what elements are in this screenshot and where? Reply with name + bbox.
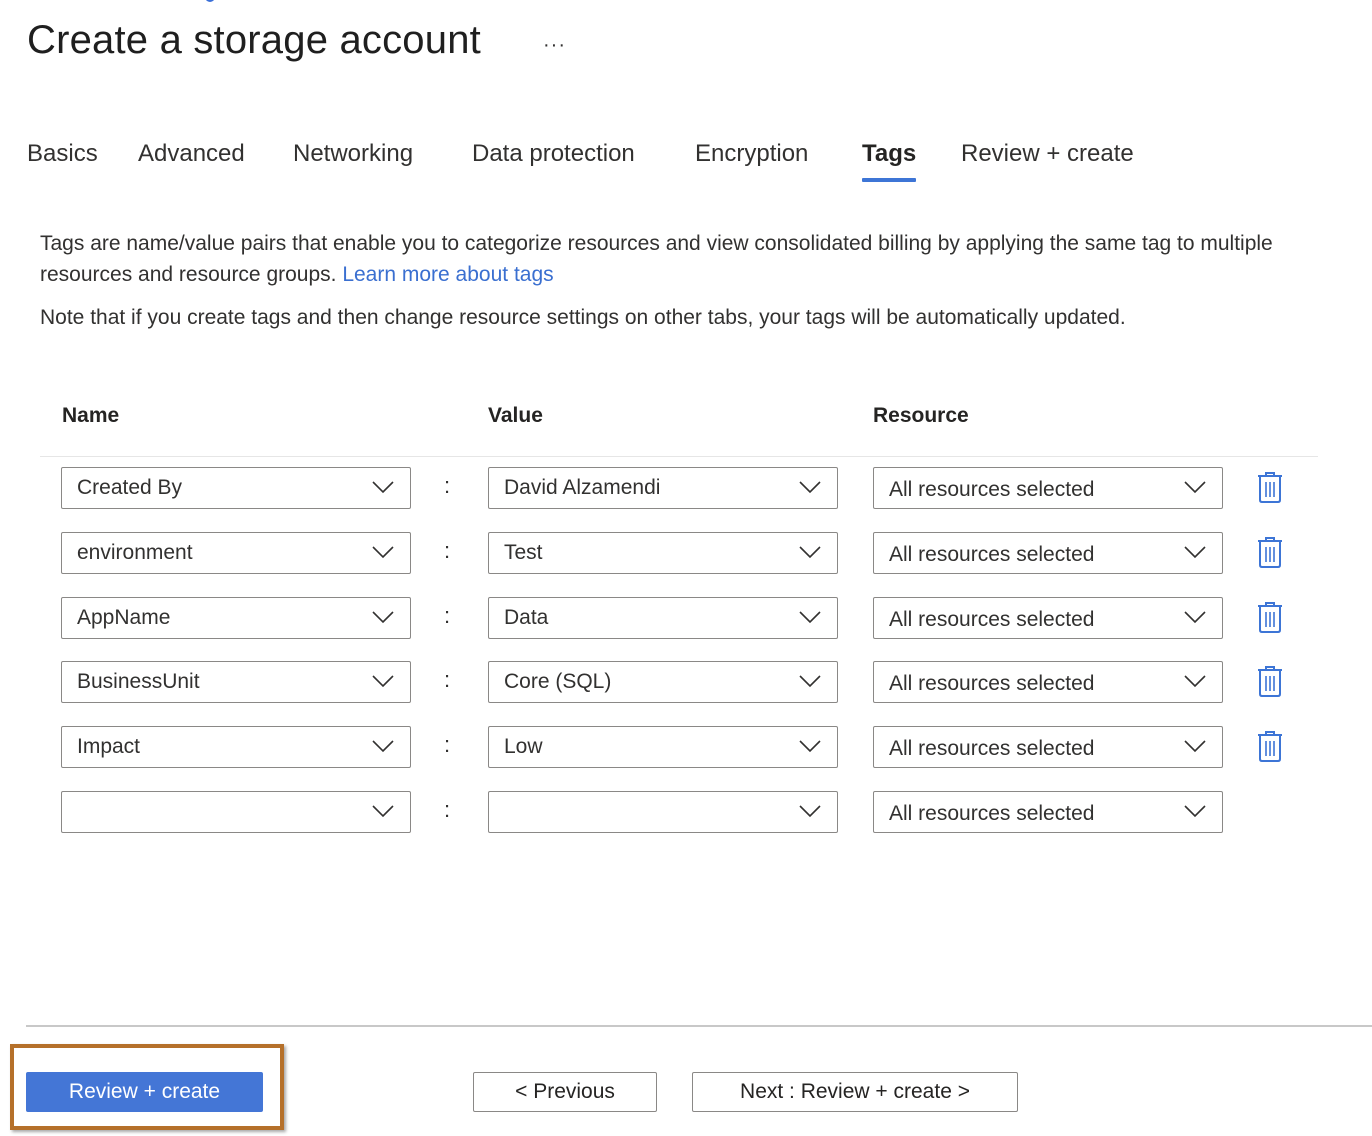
tag-resource-dropdown[interactable]: All resources selected: [873, 726, 1223, 768]
chevron-down-icon: [799, 546, 821, 559]
tag-value-value: Low: [504, 735, 543, 758]
tag-value-dropdown[interactable]: Data: [488, 597, 838, 639]
chevron-down-icon: [1184, 740, 1206, 753]
name-value-separator: :: [444, 797, 451, 822]
chevron-down-icon: [799, 481, 821, 494]
tab-encryption[interactable]: Encryption: [695, 140, 808, 182]
tag-resource-value: All resources selected: [889, 672, 1095, 695]
chevron-down-icon: [372, 611, 394, 624]
tag-name-dropdown[interactable]: BusinessUnit: [61, 661, 411, 703]
page-title: Create a storage account: [27, 18, 481, 62]
name-value-separator: :: [444, 473, 451, 498]
tag-name-dropdown[interactable]: Created By: [61, 467, 411, 509]
chevron-down-icon: [1184, 611, 1206, 624]
tag-name-value: BusinessUnit: [77, 670, 200, 693]
tag-value-dropdown[interactable]: Test: [488, 532, 838, 574]
column-header-value: Value: [488, 404, 543, 427]
tag-value-value: Core (SQL): [504, 670, 612, 693]
trash-icon[interactable]: [1257, 536, 1283, 568]
chevron-down-icon: [372, 675, 394, 688]
tag-resource-value: All resources selected: [889, 543, 1095, 566]
breadcrumb-fragment: [205, 0, 215, 2]
chevron-down-icon: [1184, 546, 1206, 559]
trash-icon[interactable]: [1257, 665, 1283, 697]
chevron-down-icon: [799, 740, 821, 753]
tag-resource-dropdown[interactable]: All resources selected: [873, 532, 1223, 574]
name-value-separator: :: [444, 667, 451, 692]
tag-resource-value: All resources selected: [889, 737, 1095, 760]
tab-bar: Basics Advanced Networking Data protecti…: [0, 140, 1372, 190]
tab-data-protection[interactable]: Data protection: [472, 140, 635, 182]
tag-name-dropdown[interactable]: Impact: [61, 726, 411, 768]
description-text: Tags are name/value pairs that enable yo…: [40, 232, 1273, 286]
tab-tags[interactable]: Tags: [862, 140, 917, 182]
tag-resource-dropdown[interactable]: All resources selected: [873, 597, 1223, 639]
tag-name-value: environment: [77, 541, 193, 564]
tag-resource-dropdown[interactable]: All resources selected: [873, 661, 1223, 703]
trash-icon[interactable]: [1257, 601, 1283, 633]
tag-row: environment : Test All resources selecte…: [0, 532, 1372, 574]
tab-networking[interactable]: Networking: [293, 140, 413, 182]
trash-icon[interactable]: [1257, 471, 1283, 503]
tag-resource-value: All resources selected: [889, 478, 1095, 501]
tag-name-value: Impact: [77, 735, 141, 758]
tag-resource-dropdown[interactable]: All resources selected: [873, 791, 1223, 833]
name-value-separator: :: [444, 603, 451, 628]
chevron-down-icon: [372, 481, 394, 494]
tags-note: Note that if you create tags and then ch…: [40, 306, 1126, 329]
tag-resource-value: All resources selected: [889, 608, 1095, 631]
tab-advanced[interactable]: Advanced: [138, 140, 245, 182]
tag-value-value: Data: [504, 606, 549, 629]
tag-row: : All resources selected: [0, 791, 1372, 833]
review-create-button[interactable]: Review + create: [26, 1072, 263, 1112]
learn-more-link[interactable]: Learn more about tags: [342, 263, 553, 286]
tag-name-dropdown[interactable]: [61, 791, 411, 833]
chevron-down-icon: [799, 675, 821, 688]
column-header-resource: Resource: [873, 404, 969, 427]
trash-icon[interactable]: [1257, 730, 1283, 762]
tag-value-dropdown[interactable]: Core (SQL): [488, 661, 838, 703]
header-divider: [40, 456, 1318, 457]
tag-value-dropdown[interactable]: David Alzamendi: [488, 467, 838, 509]
chevron-down-icon: [1184, 481, 1206, 494]
next-review-create-button[interactable]: Next : Review + create >: [692, 1072, 1018, 1112]
tag-name-value: Created By: [77, 476, 183, 499]
tab-review-create[interactable]: Review + create: [961, 140, 1134, 182]
tag-resource-dropdown[interactable]: All resources selected: [873, 467, 1223, 509]
tag-row: BusinessUnit : Core (SQL) All resources …: [0, 661, 1372, 703]
tag-value-dropdown[interactable]: [488, 791, 838, 833]
name-value-separator: :: [444, 538, 451, 563]
tag-row: AppName : Data All resources selected: [0, 597, 1372, 639]
tag-resource-value: All resources selected: [889, 802, 1095, 825]
chevron-down-icon: [372, 805, 394, 818]
chevron-down-icon: [799, 611, 821, 624]
chevron-down-icon: [1184, 805, 1206, 818]
tag-name-dropdown[interactable]: AppName: [61, 597, 411, 639]
footer-divider: [26, 1025, 1372, 1027]
chevron-down-icon: [799, 805, 821, 818]
tag-name-value: AppName: [77, 606, 171, 629]
chevron-down-icon: [1184, 675, 1206, 688]
chevron-down-icon: [372, 740, 394, 753]
tag-row: Created By : David Alzamendi All resourc…: [0, 467, 1372, 509]
more-options-button[interactable]: ···: [543, 34, 566, 57]
chevron-down-icon: [372, 546, 394, 559]
name-value-separator: :: [444, 732, 451, 757]
tab-basics[interactable]: Basics: [27, 140, 98, 182]
previous-button[interactable]: < Previous: [473, 1072, 657, 1112]
column-header-name: Name: [62, 404, 120, 427]
tags-description: Tags are name/value pairs that enable yo…: [40, 228, 1340, 290]
tag-value-value: David Alzamendi: [504, 476, 661, 499]
tag-value-dropdown[interactable]: Low: [488, 726, 838, 768]
tag-value-value: Test: [504, 541, 543, 564]
tag-name-dropdown[interactable]: environment: [61, 532, 411, 574]
tag-row: Impact : Low All resources selected: [0, 726, 1372, 768]
